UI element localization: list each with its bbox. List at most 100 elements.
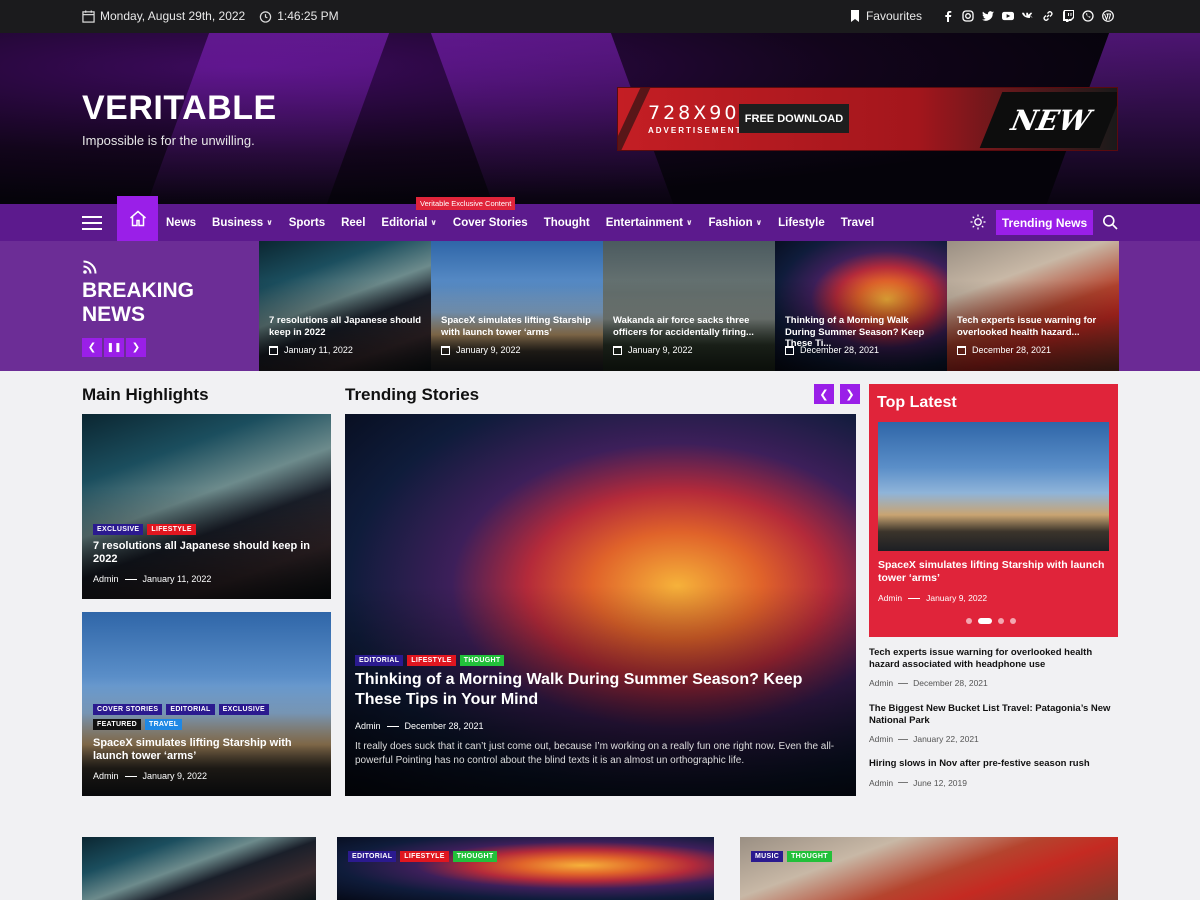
wordpress-icon[interactable]	[1102, 10, 1114, 22]
post-author[interactable]: Admin	[869, 778, 893, 788]
category-tag[interactable]: EDITORIAL	[355, 655, 404, 666]
top-latest-heading: Top Latest	[877, 394, 957, 411]
highlight-title[interactable]: SpaceX simulates lifting Starship with l…	[93, 737, 321, 763]
breaking-card-title[interactable]: Tech experts issue warning for overlooke…	[957, 315, 1113, 338]
category-tag[interactable]: THOUGHT	[787, 851, 832, 862]
trending-title[interactable]: Thinking of a Morning Walk During Summer…	[355, 670, 845, 710]
breaking-news-card[interactable]: Tech experts issue warning for overlooke…	[947, 241, 1119, 371]
category-tag[interactable]: EDITORIAL	[348, 851, 397, 862]
category-tag[interactable]: FEATURED	[93, 719, 141, 730]
home-button[interactable]	[117, 196, 158, 241]
slider-dot[interactable]	[1010, 618, 1016, 624]
nav-item-news[interactable]: News	[166, 217, 204, 229]
nav-item-label: Business	[212, 216, 264, 229]
category-tag[interactable]: THOUGHT	[452, 851, 498, 862]
trending-feature-card[interactable]: EDITORIAL LIFESTYLE THOUGHT Thinking of a …	[345, 414, 856, 796]
breaking-news-card[interactable]: SpaceX simulates lifting Starship with l…	[431, 241, 603, 371]
category-tag[interactable]: LIFESTYLE	[400, 851, 449, 862]
meta-separator	[898, 738, 909, 740]
category-tag[interactable]: EXCLUSIVE	[93, 524, 144, 535]
nav-item-business[interactable]: Business ∨	[204, 217, 281, 229]
nav-item-reel[interactable]: Reel	[333, 217, 373, 229]
category-tag[interactable]: LIFESTYLE	[407, 655, 456, 666]
calendar-icon	[441, 345, 450, 355]
time-display: 1:46:25 PM	[259, 9, 339, 23]
category-tag[interactable]: THOUGHT	[459, 655, 505, 666]
chevron-down-icon: ∨	[755, 218, 763, 227]
slider-dot[interactable]	[998, 618, 1004, 624]
post-author[interactable]: Admin	[93, 771, 119, 781]
bottom-card[interactable]	[82, 837, 316, 900]
current-time: 1:46:25 PM	[277, 9, 339, 23]
nav-item-thought[interactable]: Thought	[536, 217, 598, 229]
facebook-icon[interactable]	[942, 10, 954, 22]
highlight-title[interactable]: 7 resolutions all Japanese should keep i…	[93, 540, 321, 566]
category-tag[interactable]: MUSIC	[751, 851, 784, 862]
latest-list-item[interactable]: The Biggest New Bucket List Travel: Pata…	[869, 703, 1118, 744]
trending-next-button[interactable]: ❯	[840, 384, 860, 404]
youtube-icon[interactable]	[1002, 10, 1014, 22]
category-tag[interactable]: TRAVEL	[145, 719, 183, 730]
trending-prev-button[interactable]: ❮	[814, 384, 834, 404]
dark-mode-toggle[interactable]	[970, 214, 986, 230]
nav-item-lifestyle[interactable]: Lifestyle	[770, 217, 833, 229]
breaking-news-card[interactable]: Wakanda air force sacks three officers f…	[603, 241, 775, 371]
trending-news-button[interactable]: Trending News	[996, 210, 1093, 235]
highlight-card[interactable]: EXCLUSIVE LIFESTYLE 7 resolutions all Jap…	[82, 414, 331, 599]
twitter-icon[interactable]	[982, 10, 994, 22]
twitch-icon[interactable]	[1062, 10, 1074, 22]
post-author[interactable]: Admin	[869, 678, 893, 688]
instagram-icon[interactable]	[962, 10, 974, 22]
bottom-card[interactable]: MUSIC THOUGHT	[740, 837, 1118, 900]
top-latest-image[interactable]	[878, 422, 1109, 551]
advertisement-banner[interactable]: 728X90 ADVERTISEMENT FREE DOWNLOAD NEW	[617, 87, 1118, 151]
vk-icon[interactable]	[1022, 10, 1034, 22]
post-author[interactable]: Admin	[355, 721, 381, 731]
nav-item-sports[interactable]: Sports	[281, 217, 333, 229]
breaking-next-button[interactable]: ❯	[126, 338, 146, 357]
latest-item-title[interactable]: The Biggest New Bucket List Travel: Pata…	[869, 703, 1118, 726]
latest-item-title[interactable]: Hiring slows in Nov after pre-festive se…	[869, 758, 1118, 770]
category-tag[interactable]: LIFESTYLE	[147, 524, 196, 535]
top-latest-title[interactable]: SpaceX simulates lifting Starship with l…	[878, 559, 1109, 585]
breaking-news-title: BREAKING NEWS	[82, 279, 194, 327]
post-author[interactable]: Admin	[93, 574, 119, 584]
nav-item-entertainment[interactable]: Entertainment ∨	[598, 217, 701, 229]
slider-dot[interactable]	[966, 618, 972, 624]
latest-list-item[interactable]: Hiring slows in Nov after pre-festive se…	[869, 758, 1118, 788]
nav-item-cover-stories[interactable]: Cover Stories	[445, 217, 536, 229]
nav-item-fashion[interactable]: Fashion ∨	[701, 217, 771, 229]
favourites-link[interactable]: Favourites	[850, 9, 922, 23]
site-logo[interactable]: VERITABLE	[82, 89, 277, 128]
breaking-news-card[interactable]: 7 resolutions all Japanese should keep i…	[259, 241, 431, 371]
highlight-card[interactable]: COVER STORIES EDITORIAL EXCLUSIVE FEATURED T…	[82, 612, 331, 796]
breaking-pause-button[interactable]: ❚❚	[104, 338, 124, 357]
post-author[interactable]: Admin	[878, 593, 902, 603]
menu-icon[interactable]	[82, 216, 102, 230]
nav-item-editorial[interactable]: Editorial ∨	[373, 217, 445, 229]
latest-list-item[interactable]: Tech experts issue warning for overlooke…	[869, 647, 1118, 688]
nav-item-travel[interactable]: Travel	[833, 217, 882, 229]
post-date: December 28, 2021	[913, 678, 988, 688]
whatsapp-icon[interactable]	[1082, 10, 1094, 22]
breaking-card-title[interactable]: 7 resolutions all Japanese should keep i…	[269, 315, 425, 338]
slider-dot[interactable]	[978, 618, 992, 624]
ad-download-button[interactable]: FREE DOWNLOAD	[739, 104, 849, 133]
category-tag[interactable]: EDITORIAL	[166, 704, 215, 715]
bottom-card[interactable]: EDITORIAL LIFESTYLE THOUGHT	[337, 837, 714, 900]
breaking-card-title[interactable]: Wakanda air force sacks three officers f…	[613, 315, 769, 338]
link-icon[interactable]	[1042, 10, 1054, 22]
category-tag[interactable]: COVER STORIES	[93, 704, 163, 715]
current-date: Monday, August 29th, 2022	[100, 9, 246, 23]
search-button[interactable]	[1102, 214, 1118, 230]
post-date: January 9, 2022	[628, 345, 693, 355]
latest-item-title[interactable]: Tech experts issue warning for overlooke…	[869, 647, 1118, 670]
post-date: January 9, 2022	[456, 345, 521, 355]
breaking-prev-button[interactable]: ❮	[82, 338, 102, 357]
breaking-card-title[interactable]: SpaceX simulates lifting Starship with l…	[441, 315, 597, 338]
post-author[interactable]: Admin	[869, 734, 893, 744]
post-meta: Admin January 11, 2022	[93, 574, 211, 584]
breaking-news-card[interactable]: Thinking of a Morning Walk During Summer…	[775, 241, 947, 371]
category-tag[interactable]: EXCLUSIVE	[218, 704, 270, 715]
breaking-news-label: BREAKING NEWS ❮ ❚❚ ❯	[0, 241, 259, 371]
